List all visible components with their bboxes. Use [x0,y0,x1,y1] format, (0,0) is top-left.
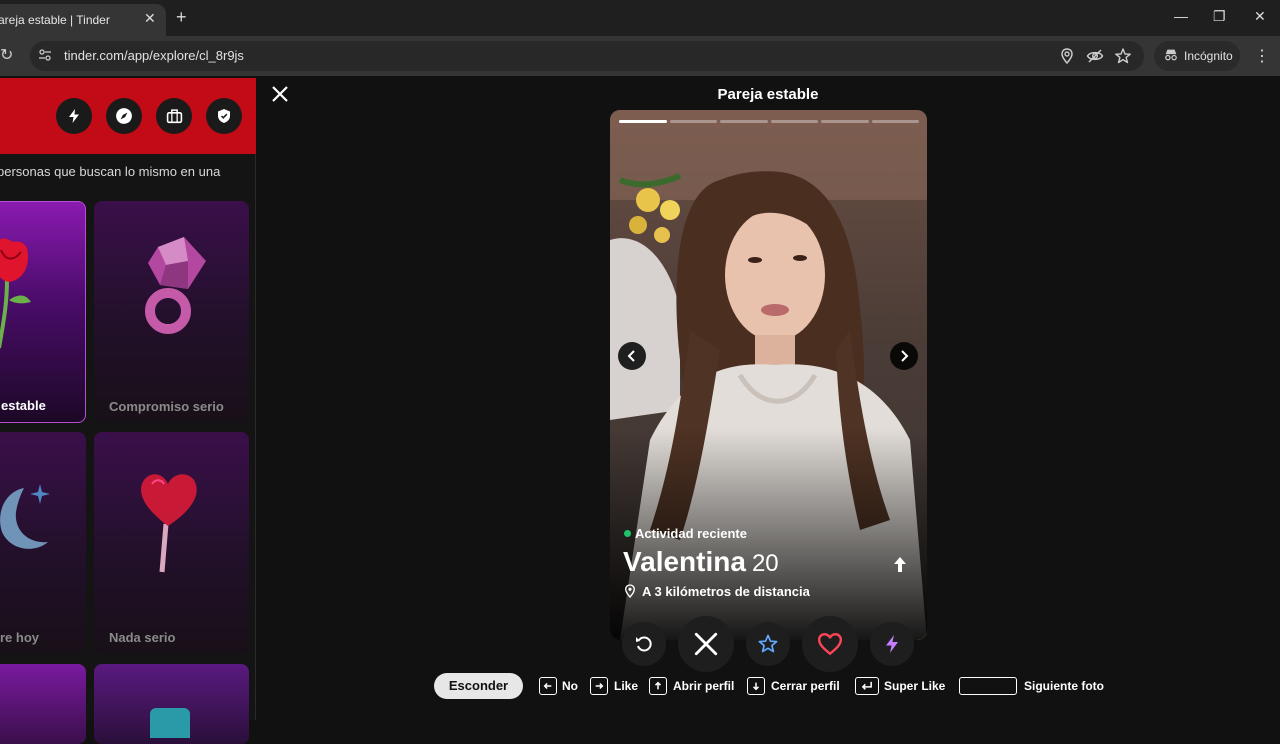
profile-name: Valentina [623,546,746,577]
super-like-button[interactable] [746,622,790,666]
recent-activity: Actividad reciente [624,526,747,541]
photo-progress-segment [821,120,869,123]
incognito-badge[interactable]: Incógnito [1154,41,1240,71]
super-like-icon [758,634,778,653]
card-label: Compromiso serio [109,399,224,414]
card-label: estable [1,398,46,413]
distance-label: A 3 kilómetros de distancia [642,584,810,599]
profile-distance: A 3 kilómetros de distancia [624,584,810,599]
like-button[interactable] [802,616,858,672]
incognito-icon [1165,49,1177,61]
rewind-icon [636,636,652,652]
briefcase-icon[interactable] [156,98,192,134]
arrow-right-key-icon [590,677,608,695]
chevron-left-icon [627,350,635,362]
boost-button[interactable] [870,622,914,666]
compass-icon[interactable] [106,98,142,134]
hint-super-like: Super Like [884,679,946,693]
hint-no: No [562,679,578,693]
arrow-left-key-icon [539,677,557,695]
hide-hints-button[interactable]: Esconder [434,673,523,699]
location-pin-icon [625,584,635,599]
keyboard-hints: Esconder No Like Abrir perfil Cerrar per… [0,672,1280,700]
page-title: Pareja estable [717,86,819,103]
browser-tab[interactable]: Pareja estable | Tinder ✕ [0,4,166,36]
profile-age: 20 [751,550,779,577]
browser-menu-icon[interactable]: ⋮ [1254,46,1270,66]
new-tab-icon[interactable]: + [176,7,187,28]
photo-progress-segment [871,120,919,123]
explore-card-hoy[interactable]: re hoy [0,432,86,654]
close-icon[interactable] [268,82,292,106]
arrow-up-key-icon [649,677,667,695]
bolt-icon[interactable] [56,98,92,134]
tab-title: Pareja estable | Tinder [0,13,110,27]
reload-icon[interactable]: ↻ [0,45,13,65]
incognito-label: Incógnito [1184,49,1233,63]
moon-icon [0,484,50,549]
chevron-right-icon [901,350,909,362]
explore-card-pareja-estable[interactable]: estable [0,201,86,423]
rose-icon [0,238,31,349]
enter-key-icon [855,677,879,695]
photo-progress-segment [720,120,768,123]
nope-icon [694,632,718,656]
online-dot-icon [624,530,631,537]
explore-card-compromiso-serio[interactable]: Compromiso serio [94,201,249,423]
next-photo-button[interactable] [890,342,918,370]
window-close-icon[interactable]: ✕ [1254,8,1266,25]
shield-icon[interactable] [206,98,242,134]
bookmark-star-icon[interactable] [1114,47,1132,65]
space-key-icon [959,677,1017,695]
explore-card-nada-serio[interactable]: Nada serio [94,432,249,654]
hint-like: Like [614,679,639,693]
recent-activity-label: Actividad reciente [635,526,747,541]
close-tab-icon[interactable]: ✕ [144,10,156,27]
hint-next-photo: Siguiente foto [1024,679,1104,693]
explore-sidebar: personas que buscan lo mismo en una esta… [0,78,256,744]
shirt-icon [150,708,190,738]
url-text: tinder.com/app/explore/cl_8r9js [64,48,244,63]
site-info-icon[interactable] [38,48,52,62]
address-bar[interactable]: tinder.com/app/explore/cl_8r9js [30,41,1144,71]
profile-name-row: Valentina 20 [623,546,779,578]
like-icon [817,633,843,655]
boost-icon [886,635,898,653]
lollipop-icon [141,474,197,573]
open-profile-icon[interactable] [892,556,908,574]
photo-progress [619,120,919,123]
sidebar-header [0,78,256,154]
browser-tabbar: Pareja estable | Tinder ✕ + — ❐ ✕ [0,0,1280,36]
browser-toolbar: ↻ tinder.com/app/explore/cl_8r9js Incógn… [0,36,1280,76]
nope-button[interactable] [678,616,734,672]
card-label: Nada serio [109,630,176,645]
hint-close-profile: Cerrar perfil [771,679,840,693]
arrow-down-key-icon [747,677,765,695]
sidebar-description: personas que buscan lo mismo en una [0,164,221,179]
minimize-icon[interactable]: — [1174,8,1188,24]
previous-photo-button[interactable] [618,342,646,370]
card-label: re hoy [0,630,40,645]
photo-progress-segment [770,120,818,123]
rewind-button[interactable] [622,622,666,666]
eye-off-icon[interactable] [1086,47,1104,65]
photo-progress-segment [619,120,667,123]
profile-card[interactable]: Actividad reciente Valentina 20 A 3 kilóm… [610,110,927,640]
restore-icon[interactable]: ❐ [1213,8,1226,25]
location-icon[interactable] [1058,47,1076,65]
photo-progress-segment [669,120,717,123]
hint-open-profile: Abrir perfil [673,679,735,693]
ring-icon [145,237,206,334]
